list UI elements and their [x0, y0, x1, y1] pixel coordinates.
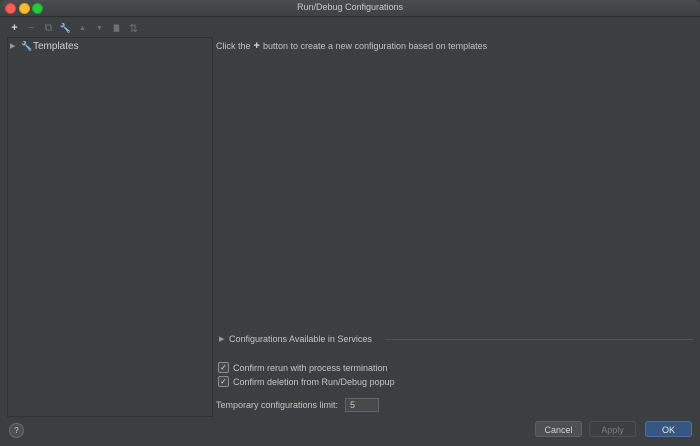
move-down-button[interactable]: ▼	[91, 20, 108, 36]
empty-hint: Click the + button to create a new confi…	[216, 40, 487, 52]
confirm-rerun-checkbox[interactable]: ✓	[218, 362, 229, 373]
move-up-button[interactable]: ▲	[74, 20, 91, 36]
section-divider	[385, 339, 693, 340]
plus-icon: +	[253, 40, 260, 52]
configurations-toolbar: + − ⧉ 🔧 ▲ ▼ ▇ ⇅	[6, 20, 142, 36]
hint-text-after: button to create a new configuration bas…	[262, 41, 488, 51]
edit-templates-wrench-icon[interactable]: 🔧	[57, 20, 74, 36]
services-section-toggle[interactable]: ▶ Configurations Available in Services	[219, 334, 693, 344]
temporary-limit-label: Temporary configurations limit:	[216, 400, 339, 410]
remove-configuration-button[interactable]: −	[23, 20, 40, 36]
wrench-icon: 🔧	[21, 40, 33, 51]
sort-configurations-button[interactable]: ⇅	[125, 20, 142, 36]
expand-arrow-icon: ▶	[219, 336, 225, 343]
expand-arrow-icon[interactable]: ▶	[10, 42, 21, 50]
confirm-deletion-label: Confirm deletion from Run/Debug popup	[233, 376, 395, 387]
add-configuration-button[interactable]: +	[6, 20, 23, 36]
hint-text-before: Click the	[216, 41, 251, 51]
confirm-deletion-checkbox[interactable]: ✓	[218, 376, 229, 387]
tree-item-templates[interactable]: ▶ 🔧 Templates	[10, 39, 79, 53]
apply-button[interactable]: Apply	[589, 421, 636, 437]
ok-button[interactable]: OK	[645, 421, 692, 437]
move-into-folder-button[interactable]: ▇	[108, 20, 125, 36]
confirm-rerun-option[interactable]: ✓ Confirm rerun with process termination	[218, 362, 388, 373]
title-bar: Run/Debug Configurations	[0, 0, 700, 17]
cancel-button[interactable]: Cancel	[535, 421, 582, 437]
confirm-deletion-option[interactable]: ✓ Confirm deletion from Run/Debug popup	[218, 376, 395, 387]
temporary-limit-row: Temporary configurations limit: 5	[216, 398, 380, 412]
services-label: Configurations Available in Services	[229, 334, 372, 344]
confirm-rerun-label: Confirm rerun with process termination	[233, 362, 388, 373]
copy-configuration-button[interactable]: ⧉	[40, 20, 57, 36]
run-debug-dialog: Run/Debug Configurations + − ⧉ 🔧 ▲ ▼ ▇ ⇅…	[0, 0, 700, 446]
window-title: Run/Debug Configurations	[296, 2, 404, 12]
templates-label: Templates	[33, 40, 79, 52]
configurations-tree[interactable]: ▶ 🔧 Templates	[7, 37, 213, 417]
temporary-limit-input[interactable]: 5	[345, 398, 380, 412]
help-button[interactable]: ?	[9, 423, 24, 438]
